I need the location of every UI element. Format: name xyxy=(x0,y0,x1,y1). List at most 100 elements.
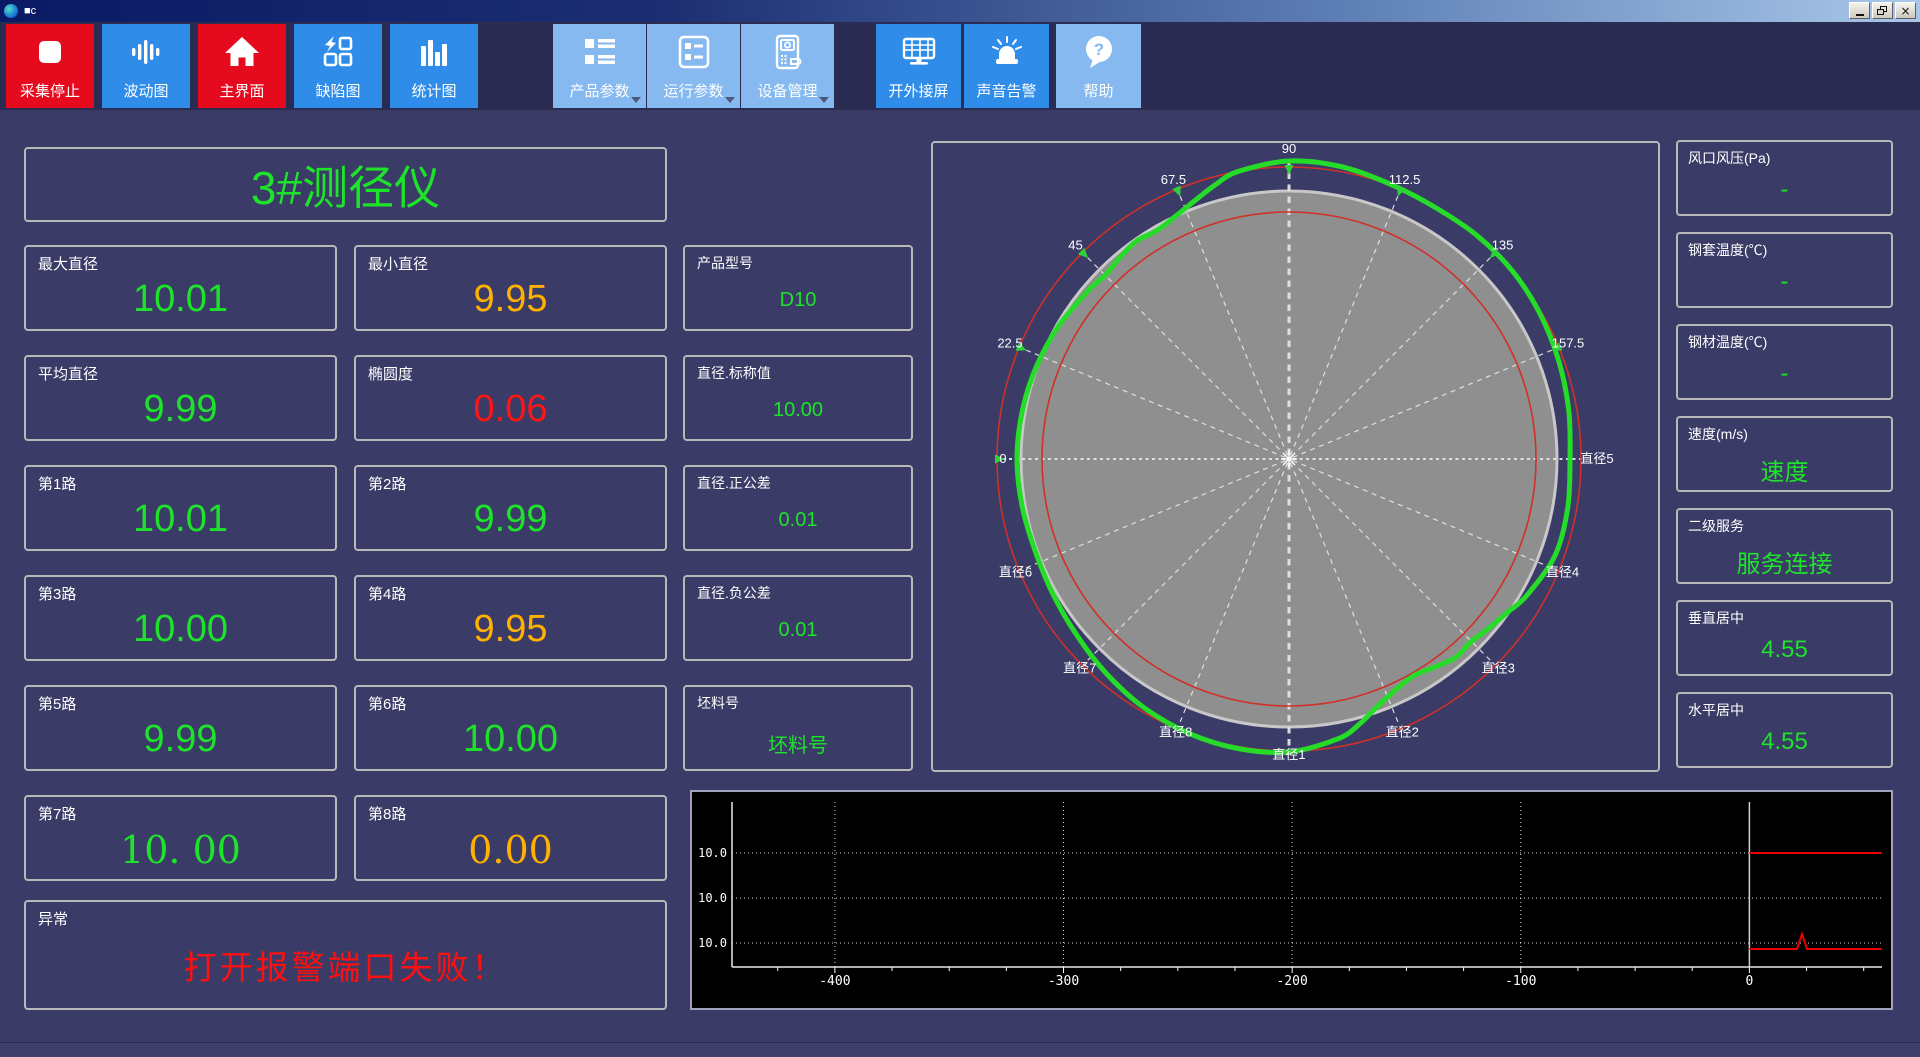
y-tick-label: 10.0 xyxy=(698,891,727,905)
metric-value: 10.00 xyxy=(462,718,559,760)
toolbar-button-label: 统计图 xyxy=(411,83,457,100)
status-value: 4.55 xyxy=(1761,728,1808,755)
dropdown-caret-icon xyxy=(631,97,641,103)
metric-value: 9.99 xyxy=(143,718,218,760)
toolbar-button-main-screen[interactable]: 主界面 xyxy=(198,24,286,108)
diameter-axis-label: 直径2 xyxy=(1386,724,1419,739)
status-label: 垂直居中 xyxy=(1688,610,1744,626)
toolbar-button-statistics-chart[interactable]: 统计图 xyxy=(390,24,478,108)
metric-label: 第8路 xyxy=(368,806,407,823)
metric-label: 第5路 xyxy=(38,696,77,713)
angle-tick-label: 157.5 xyxy=(1552,335,1585,350)
status-label: 钢套温度(℃) xyxy=(1688,242,1768,258)
monitor-icon xyxy=(899,32,939,72)
alarm-box: 异常 打开报警端口失败！ xyxy=(24,900,667,1010)
toolbar-button-label: 缺陷图 xyxy=(315,83,361,100)
home-icon xyxy=(222,32,262,72)
series-lower-trace xyxy=(1749,930,1882,950)
help-icon: ? xyxy=(1079,32,1119,72)
toolbar-button-device-management[interactable]: 设备管理 xyxy=(741,24,834,108)
status-label: 二级服务 xyxy=(1688,518,1744,534)
window-title: ■c xyxy=(24,5,37,17)
angle-tick-label: 0 xyxy=(999,451,1006,466)
angle-tick-label: 135 xyxy=(1492,237,1514,252)
toolbar-button-sound-alarm[interactable]: 声音告警 xyxy=(964,24,1049,108)
metric-card-12: 第8路 0.00 xyxy=(354,795,667,881)
metric-label: 第6路 xyxy=(368,696,407,713)
diameter-axis-label: 直径4 xyxy=(1546,564,1579,579)
angle-tick-label: 67.5 xyxy=(1161,172,1186,187)
status-label: 风口风压(Pa) xyxy=(1688,150,1771,166)
siren-icon xyxy=(987,32,1027,72)
form-icon xyxy=(674,32,714,72)
metric-value: 10.01 xyxy=(132,498,229,540)
toolbar-button-stop-acquisition[interactable]: 采集停止 xyxy=(6,24,94,108)
metric-label: 第3路 xyxy=(38,586,77,603)
cross-section-polar-chart: 0 22.5 45 67.5 90 112.5 135 157.5 直径5 直径4 直径3 直径2 直径… xyxy=(993,141,1614,762)
angle-tick-label: 45 xyxy=(1068,237,1082,252)
status-value: 4.55 xyxy=(1761,636,1808,663)
metric-value: 10.01 xyxy=(132,278,229,320)
diameter-axis-label: 直径3 xyxy=(1482,660,1515,675)
instrument-title-box: 3#测径仪 xyxy=(24,147,667,222)
metric-card-2: 最小直径 9.95 xyxy=(354,245,667,331)
trend-chart-panel: 10.0 10.0 10.0 -400 -300 -200 -100 0 xyxy=(690,790,1893,1010)
metric-label: 第7路 xyxy=(38,806,77,823)
toolbar-button-label: 采集停止 xyxy=(19,83,80,100)
param-card-4: 直径.负公差 0.01 xyxy=(683,575,913,661)
x-tick-label: -200 xyxy=(1276,974,1307,989)
metric-card-8: 第4路 9.95 xyxy=(354,575,667,661)
minimize-button[interactable] xyxy=(1849,2,1870,19)
toolbar-button-product-params[interactable]: 产品参数 xyxy=(553,24,646,108)
close-button[interactable]: × xyxy=(1895,2,1916,19)
restore-button[interactable] xyxy=(1872,2,1893,19)
angle-tick-label: 90 xyxy=(1282,143,1296,156)
toolbar-button-label: 波动图 xyxy=(123,83,169,100)
metric-value: 10. 00 xyxy=(120,828,241,872)
param-value: 0.01 xyxy=(778,619,818,641)
toolbar-button-run-params[interactable]: 运行参数 xyxy=(647,24,740,108)
diameter-axis-label: 直径7 xyxy=(1063,660,1096,675)
status-value: 速度 xyxy=(1760,459,1809,486)
param-value: 坯料号 xyxy=(768,735,828,757)
param-label: 坯料号 xyxy=(697,695,739,711)
metric-value: 9.99 xyxy=(143,388,218,430)
alarm-message: 打开报警端口失败！ xyxy=(183,949,508,986)
center-marker-dot xyxy=(1287,457,1291,461)
toolbar-button-label: 开外接屏 xyxy=(888,83,949,100)
toolbar-button-defect-chart[interactable]: 缺陷图 xyxy=(294,24,382,108)
svg-text:?: ? xyxy=(1093,40,1103,59)
param-value: 10.00 xyxy=(772,399,824,421)
metric-card-5: 第1路 10.01 xyxy=(24,465,337,551)
metric-card-1: 最大直径 10.01 xyxy=(24,245,337,331)
angle-tick-label: 112.5 xyxy=(1389,172,1421,187)
toolbar-button-help[interactable]: ? 帮助 xyxy=(1056,24,1141,108)
toolbar-button-label: 帮助 xyxy=(1083,83,1114,100)
device-icon xyxy=(768,32,808,72)
param-card-5: 坯料号 坯料号 xyxy=(683,685,913,771)
metric-label: 平均直径 xyxy=(38,366,99,383)
status-card-4: 速度(m/s) 速度 xyxy=(1676,416,1893,492)
metric-card-9: 第5路 9.99 xyxy=(24,685,337,771)
metric-label: 第1路 xyxy=(38,476,77,493)
metric-card-10: 第6路 10.00 xyxy=(354,685,667,771)
status-card-5: 二级服务服务连接 xyxy=(1676,508,1893,584)
metric-value: 10.00 xyxy=(132,608,229,650)
titlebar: ■c × xyxy=(0,0,1920,22)
toolbar-button-wave-chart[interactable]: 波动图 xyxy=(102,24,190,108)
metric-label: 最大直径 xyxy=(38,256,99,273)
metric-value: 9.99 xyxy=(473,498,548,540)
polar-chart-panel: 0 22.5 45 67.5 90 112.5 135 157.5 直径5 直径4 直径3 直径2 直径… xyxy=(931,141,1660,772)
status-value: 服务连接 xyxy=(1736,551,1833,578)
metric-label: 第2路 xyxy=(368,476,407,493)
window-controls: × xyxy=(1849,2,1916,19)
toolbar-button-label: 主界面 xyxy=(219,83,265,100)
param-label: 直径.标称值 xyxy=(697,365,771,381)
toolbar-button-external-screen[interactable]: 开外接屏 xyxy=(876,24,961,108)
status-card-7: 水平居中 4.55 xyxy=(1676,692,1893,768)
waveform-icon xyxy=(126,32,166,72)
y-tick-label: 10.0 xyxy=(698,936,727,950)
metric-label: 最小直径 xyxy=(368,256,429,273)
diameter-axis-label: 直径6 xyxy=(999,564,1032,579)
param-label: 直径.负公差 xyxy=(697,585,771,601)
